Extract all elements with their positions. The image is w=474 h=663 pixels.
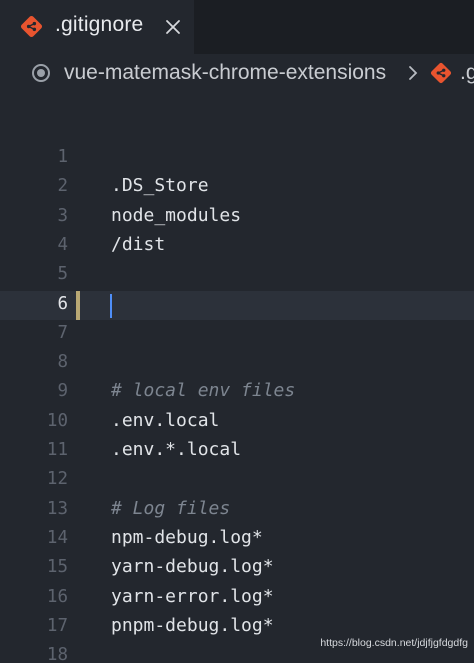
code-line[interactable]: 5 — [0, 261, 474, 290]
code-line[interactable]: 1 — [0, 144, 474, 173]
code-line[interactable]: 15 yarn-debug.log* — [0, 554, 474, 583]
watermark: https://blog.csdn.net/jdjfjgfdgdfg — [320, 637, 468, 649]
line-number: 1 — [57, 147, 68, 167]
code-line[interactable]: 7 — [0, 320, 474, 349]
code-editor[interactable]: 1 2 .DS_Store 3 node_modules 4/dist 5 6 7 8 9 # loc… — [0, 96, 474, 663]
code-text: npm-debug.log* — [111, 526, 263, 548]
line-number: 18 — [46, 645, 68, 663]
line-number: 14 — [46, 527, 68, 548]
code-text: /dist — [111, 233, 166, 255]
code-comment: # Log files — [111, 497, 231, 519]
line-number: 8 — [57, 352, 68, 373]
line-number: 7 — [57, 322, 68, 343]
git-file-icon — [20, 15, 43, 38]
code-line[interactable]: 16 yarn-error.log* — [0, 584, 474, 613]
text-cursor — [110, 293, 112, 318]
tab-label: .gitignore — [55, 13, 144, 36]
breadcrumb-file[interactable]: .g — [460, 61, 474, 85]
code-text: yarn-error.log* — [111, 585, 274, 607]
code-line[interactable]: 13 # Log files — [0, 496, 474, 525]
code-text: yarn-debug.log* — [111, 556, 274, 578]
line-number: 5 — [57, 264, 68, 285]
breadcrumb-folder[interactable]: vue-matemask-chrome-extensions — [64, 61, 386, 85]
code-text: .env.local — [111, 409, 220, 431]
code-text: .env.*.local — [111, 439, 242, 460]
code-line[interactable]: 2 .DS_Store — [0, 173, 474, 202]
line-number: 11 — [46, 440, 68, 460]
code-line[interactable]: 8 — [0, 349, 474, 378]
code-comment: # local env files — [111, 380, 296, 402]
line-number: 12 — [46, 469, 68, 490]
line-number: 6 — [57, 293, 68, 314]
breadcrumb: vue-matemask-chrome-extensions .g — [0, 54, 474, 96]
code-text: .DS_Store — [111, 175, 209, 197]
close-icon[interactable] — [163, 17, 183, 37]
code-line[interactable]: 3 node_modules — [0, 203, 474, 232]
code-line[interactable]: 10 .env.local — [0, 408, 474, 437]
code-line[interactable]: 14 npm-debug.log* — [0, 525, 474, 554]
code-line[interactable]: 12 — [0, 466, 474, 495]
line-number: 4 — [57, 234, 68, 255]
line-number: 17 — [46, 615, 68, 636]
code-line[interactable]: 9 # local env files — [0, 378, 474, 407]
line-number: 2 — [57, 176, 68, 197]
line-number: 13 — [46, 498, 68, 519]
editor-window: .gitignore vue-matemask-chrome-extension… — [0, 0, 474, 663]
repo-circle-icon — [32, 64, 50, 82]
line-number: 10 — [46, 410, 68, 431]
line-number: 9 — [57, 381, 68, 402]
line-number: 16 — [46, 586, 68, 607]
tab-gitignore[interactable]: .gitignore — [0, 0, 194, 54]
code-line[interactable]: 11 .env.*.local — [0, 437, 474, 466]
chevron-right-icon — [409, 66, 418, 80]
git-file-icon — [430, 62, 452, 84]
gutter-modified-marker — [76, 290, 80, 320]
line-number: 15 — [46, 557, 68, 578]
tab-bar: .gitignore — [0, 0, 474, 54]
code-line[interactable]: 4/dist — [0, 232, 474, 261]
line-number: 3 — [57, 205, 68, 226]
code-text: pnpm-debug.log* — [111, 614, 274, 636]
code-line[interactable]: 6 — [0, 290, 474, 320]
code-text: node_modules — [111, 204, 242, 226]
